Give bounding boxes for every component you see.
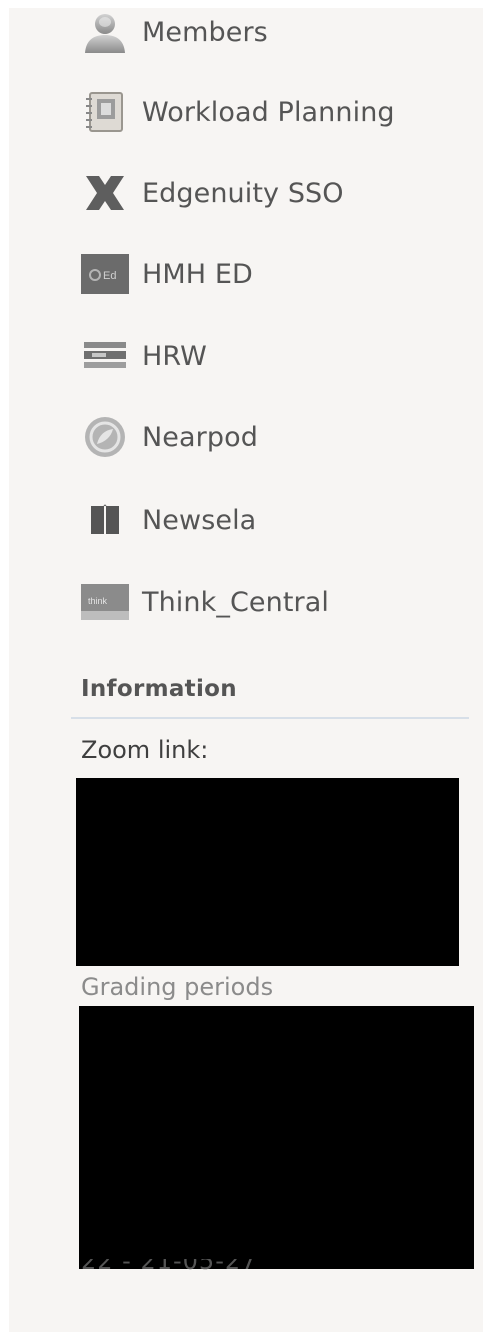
edgenuity-icon: [81, 173, 129, 213]
sidebar-item-hrw[interactable]: HRW: [81, 332, 461, 380]
sidebar-panel: Members Workload Planning Edgenuity SSO …: [9, 8, 483, 1332]
think-central-icon: think: [81, 582, 129, 622]
sidebar-item-label: Newsela: [142, 504, 257, 536]
redacted-block: [79, 1006, 474, 1269]
sidebar-item-think-central[interactable]: think Think_Central: [81, 578, 461, 626]
grading-period-date-text: 22 - 21-05-27: [81, 1259, 258, 1273]
redacted-block: [76, 778, 459, 966]
nearpod-icon: [81, 417, 129, 457]
sidebar-item-label: Nearpod: [142, 421, 258, 453]
newsela-icon: [81, 500, 129, 540]
hrw-icon: [81, 336, 129, 376]
svg-text:think: think: [88, 596, 108, 606]
sidebar-item-label: HRW: [142, 340, 207, 372]
grading-periods-label: Grading periods: [81, 973, 274, 1001]
sidebar-item-newsela[interactable]: Newsela: [81, 496, 461, 544]
sidebar-item-members[interactable]: Members: [81, 8, 461, 56]
sidebar-item-edgenuity-sso[interactable]: Edgenuity SSO: [81, 169, 461, 217]
sidebar-item-label: Workload Planning: [142, 96, 395, 128]
sidebar-item-nearpod[interactable]: Nearpod: [81, 413, 461, 461]
svg-text:Ed: Ed: [103, 270, 116, 282]
hmh-ed-icon: Ed: [81, 254, 129, 294]
grading-period-date: 22 - 21-05-27: [81, 1259, 257, 1273]
planner-icon: [81, 92, 129, 132]
sidebar-item-hmh-ed[interactable]: Ed HMH ED: [81, 250, 461, 298]
sidebar-item-label: Edgenuity SSO: [142, 177, 344, 209]
zoom-link-label: Zoom link:: [81, 736, 209, 764]
sidebar-item-label: Think_Central: [142, 586, 329, 618]
member-icon: [81, 12, 129, 53]
sidebar-item-label: HMH ED: [142, 258, 253, 290]
information-heading: Information: [81, 676, 237, 702]
sidebar-item-workload-planning[interactable]: Workload Planning: [81, 88, 461, 136]
sidebar-item-label: Members: [142, 16, 268, 48]
section-divider: [71, 717, 469, 719]
